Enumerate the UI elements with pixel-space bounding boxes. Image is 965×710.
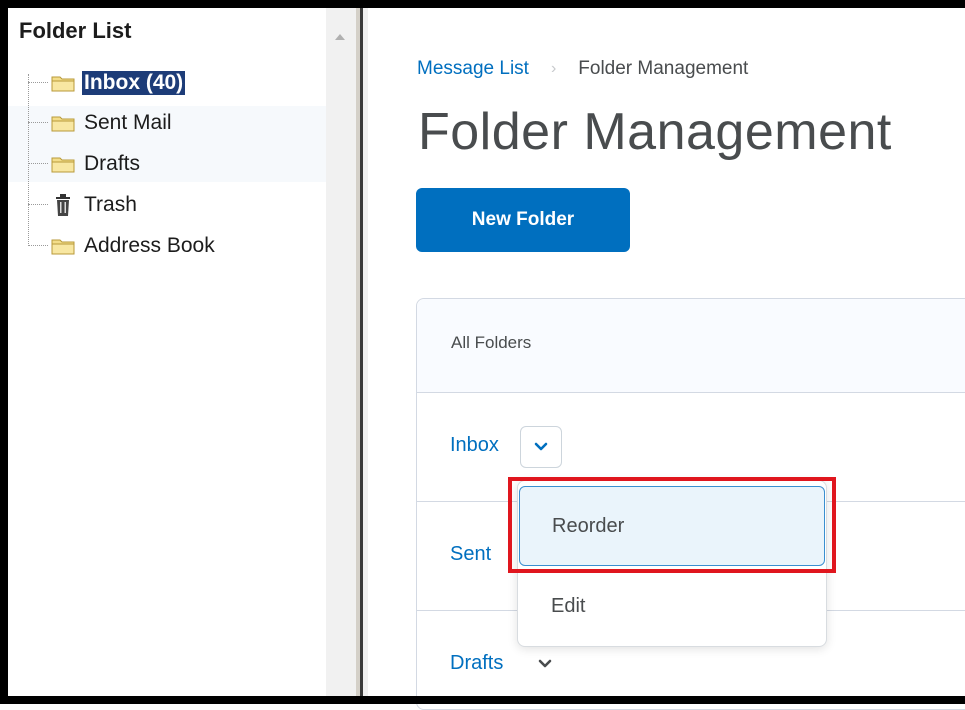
tree-item-sent-mail[interactable]: Sent Mail [28,110,174,136]
folder-icon [50,153,76,175]
tree-scrollbar[interactable] [326,8,356,696]
folder-icon [50,235,76,257]
all-folders-header: All Folders [451,333,532,352]
window-frame-bottom [0,696,965,704]
breadcrumb: Message List › Folder Management [417,58,748,80]
tree-item-label: Trash [84,193,137,216]
breadcrumb-separator-icon: › [550,60,557,77]
breadcrumb-message-list-link[interactable]: Message List [417,58,529,80]
highlight-box [508,477,836,573]
tree-item-label: Address Book [84,234,215,257]
scroll-up-arrow-icon[interactable] [335,34,345,40]
tree-item-label: Drafts [84,152,141,175]
tree-item-label: Sent Mail [84,111,172,134]
breadcrumb-current: Folder Management [578,58,749,79]
folder-icon [50,112,76,134]
window-frame-left [0,0,8,704]
tree-item-inbox[interactable]: Inbox (40) [28,70,186,96]
window-frame-top [0,0,965,8]
folder-icon [50,72,76,94]
folder-row-sent[interactable]: Sent [450,543,491,566]
folder-row-drafts[interactable]: Drafts [450,652,503,675]
menu-item-edit[interactable]: Edit [519,576,825,636]
chevron-down-icon [534,442,548,452]
new-folder-button[interactable]: New Folder [416,188,630,252]
trash-icon [50,194,76,216]
tree-item-drafts[interactable]: Drafts [28,151,142,177]
tree-item-address-book[interactable]: Address Book [28,233,217,259]
folder-list-title: Folder List [19,18,132,43]
tree-item-trash[interactable]: Trash [28,192,139,218]
chevron-down-icon[interactable] [538,659,552,669]
tree-item-label: Inbox (40) [82,71,186,95]
page-title: Folder Management [418,103,892,161]
inbox-actions-button[interactable] [520,426,562,468]
folder-row-inbox[interactable]: Inbox [450,434,499,457]
